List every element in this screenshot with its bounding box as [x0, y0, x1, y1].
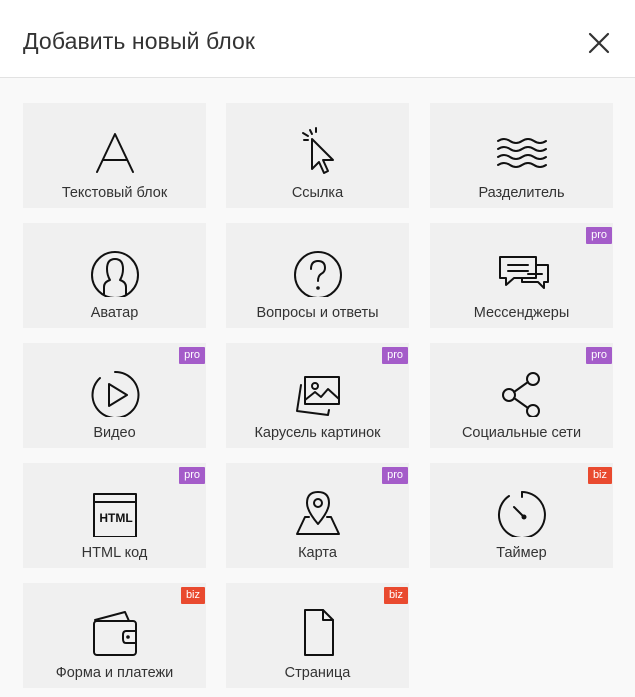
block-video[interactable]: pro Видео	[23, 343, 206, 448]
timer-icon	[497, 491, 546, 537]
pro-badge: pro	[179, 347, 205, 364]
block-label: Аватар	[90, 305, 139, 321]
block-label: Разделитель	[478, 185, 565, 201]
block-faq[interactable]: Вопросы и ответы	[226, 223, 409, 328]
share-icon	[501, 372, 540, 417]
svg-text:HTML: HTML	[99, 511, 132, 525]
biz-badge: biz	[180, 587, 205, 604]
dialog-title: Добавить новый блок	[23, 28, 256, 54]
play-icon	[91, 370, 139, 417]
block-label: Вопросы и ответы	[256, 305, 379, 321]
block-label: Форма и платежи	[55, 665, 174, 681]
avatar-icon	[90, 251, 139, 297]
cursor-click-icon	[301, 127, 334, 174]
pro-badge: pro	[382, 467, 408, 484]
pro-badge: pro	[382, 347, 408, 364]
block-divider[interactable]: Разделитель	[430, 103, 613, 208]
block-label: Видео	[93, 425, 136, 441]
block-label: Мессенджеры	[473, 305, 570, 321]
block-timer[interactable]: biz Таймер	[430, 463, 613, 568]
dialog-header: Добавить новый блок	[0, 0, 635, 78]
waves-icon	[496, 138, 547, 168]
question-icon	[293, 251, 342, 297]
block-label: Ссылка	[291, 185, 344, 201]
pro-badge: pro	[179, 467, 205, 484]
block-carousel[interactable]: pro Карусель картинок	[226, 343, 409, 448]
block-label: Текстовый блок	[61, 185, 168, 201]
block-form-payments[interactable]: biz Форма и платежи	[23, 583, 206, 688]
wallet-icon	[92, 611, 137, 656]
block-text[interactable]: Текстовый блок	[23, 103, 206, 208]
chat-bubbles-icon	[498, 256, 549, 289]
block-label: Таймер	[496, 545, 547, 561]
block-label: Карусель картинок	[254, 425, 381, 441]
block-avatar[interactable]: Аватар	[23, 223, 206, 328]
text-icon	[95, 133, 134, 173]
block-label: Социальные сети	[461, 425, 582, 441]
map-pin-icon	[295, 491, 340, 535]
close-button[interactable]	[586, 30, 612, 56]
pro-badge: pro	[586, 347, 612, 364]
close-icon	[588, 32, 610, 54]
block-page[interactable]: biz Страница	[226, 583, 409, 688]
block-link[interactable]: Ссылка	[226, 103, 409, 208]
block-label: HTML код	[81, 545, 148, 561]
biz-badge: biz	[383, 587, 408, 604]
block-label: Страница	[284, 665, 351, 681]
pro-badge: pro	[586, 227, 612, 244]
block-social[interactable]: pro Социальные сети	[430, 343, 613, 448]
page-icon	[303, 609, 334, 656]
images-icon	[295, 376, 340, 416]
block-map[interactable]: pro Карта	[226, 463, 409, 568]
block-messengers[interactable]: pro Мессенджеры	[430, 223, 613, 328]
html-icon: HTML	[92, 493, 137, 537]
block-label: Карта	[298, 545, 337, 561]
biz-badge: biz	[587, 467, 612, 484]
block-html[interactable]: pro HTML HTML код	[23, 463, 206, 568]
